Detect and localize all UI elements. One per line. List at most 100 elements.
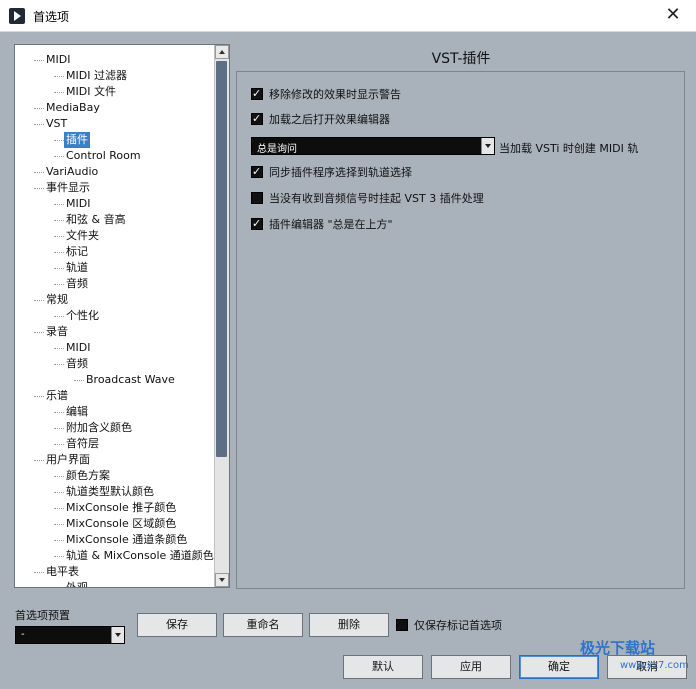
tree-item[interactable]: MIDI 文件 [15, 84, 215, 100]
tree-item-label: Broadcast Wave [86, 373, 175, 386]
tree-connector [54, 92, 64, 93]
tree-item[interactable]: MIDI [15, 340, 215, 356]
option-label: 当没有收到音频信号时挂起 VST 3 插件处理 [269, 192, 484, 205]
tree-item-label: 轨道 & MixConsole 通道颜色 [66, 549, 214, 562]
panel-title: VST-插件 [431, 51, 491, 67]
tree-item-label: VST [46, 117, 68, 130]
preset-label: 首选项预置 [15, 609, 70, 622]
tree-item-label: MIDI 文件 [66, 85, 116, 98]
tree-item[interactable]: VST [15, 116, 215, 132]
tree-item-label: MIDI 过滤器 [66, 69, 127, 82]
tree-item[interactable]: 电平表 [15, 564, 215, 580]
tree-item[interactable]: 插件 [15, 132, 215, 148]
tree-connector [54, 268, 64, 269]
tree-item-label: MixConsole 通道条颜色 [66, 533, 188, 546]
preset-select[interactable]: - [15, 626, 125, 644]
scrollbar-thumb[interactable] [216, 61, 227, 457]
checkbox[interactable] [251, 111, 263, 127]
tree-item[interactable]: 标记 [15, 244, 215, 260]
tree-item[interactable]: MixConsole 区域颜色 [15, 516, 215, 532]
ok-button[interactable]: 确定 [519, 655, 599, 679]
scroll-down-icon[interactable] [215, 573, 229, 587]
checkbox[interactable] [251, 86, 263, 102]
tree-item-label: MixConsole 区域颜色 [66, 517, 177, 530]
tree-item[interactable]: 个性化 [15, 308, 215, 324]
tree-connector [54, 204, 64, 205]
tree-item[interactable]: 录音 [15, 324, 215, 340]
tree-connector [34, 188, 44, 189]
tree-connector [54, 364, 64, 365]
rename-preset-button[interactable]: 重命名 [223, 613, 303, 637]
chevron-down-icon[interactable] [481, 138, 494, 154]
marked-only-checkbox[interactable] [396, 619, 408, 631]
tree-item[interactable]: 轨道 & MixConsole 通道颜色 [15, 548, 215, 564]
tree-item[interactable]: 外观 [15, 580, 215, 587]
tree-item[interactable]: 音频 [15, 356, 215, 372]
tree-item[interactable]: 音符层 [15, 436, 215, 452]
tree-item[interactable]: Control Room [15, 148, 215, 164]
tree-item[interactable]: 编辑 [15, 404, 215, 420]
defaults-button[interactable]: 默认 [343, 655, 423, 679]
tree-connector [34, 396, 44, 397]
tree-item-label: 电平表 [46, 565, 79, 578]
tree-item[interactable]: 事件显示 [15, 180, 215, 196]
save-preset-button[interactable]: 保存 [137, 613, 217, 637]
scroll-up-icon[interactable] [215, 45, 229, 59]
checkbox[interactable] [251, 192, 263, 204]
option-label: 移除修改的效果时显示警告 [269, 88, 401, 101]
tree-connector [34, 172, 44, 173]
tree-scrollbar[interactable] [214, 45, 229, 587]
tree-item[interactable]: MediaBay [15, 100, 215, 116]
tree-item[interactable]: 用户界面 [15, 452, 215, 468]
tree-item-label: 文件夹 [66, 229, 99, 242]
tree-item[interactable]: 颜色方案 [15, 468, 215, 484]
tree-connector [54, 156, 64, 157]
watermark-text: 极光下载站 [580, 639, 656, 657]
tree-connector [54, 524, 64, 525]
tree-item-label: 附加含义颜色 [66, 421, 132, 434]
tree-item-label: 编辑 [66, 405, 88, 418]
close-icon[interactable]: ✕ [662, 4, 684, 26]
option-label: 同步插件程序选择到轨道选择 [269, 166, 412, 179]
tree-item[interactable]: MixConsole 通道条颜色 [15, 532, 215, 548]
tree-item[interactable]: 常规 [15, 292, 215, 308]
tree-item[interactable]: MIDI 过滤器 [15, 68, 215, 84]
delete-preset-button[interactable]: 删除 [309, 613, 389, 637]
tree-list: MIDI MIDI 过滤器 MIDI 文件 MediaBay VST 插件 Control … [15, 52, 215, 587]
tree-item[interactable]: 文件夹 [15, 228, 215, 244]
tree-connector [34, 60, 44, 61]
tree-item-label: 音频 [66, 357, 88, 370]
checkbox[interactable] [251, 216, 263, 232]
tree-item-label: 和弦 & 音高 [66, 213, 126, 226]
tree-item[interactable]: 轨道 [15, 260, 215, 276]
tree-item[interactable]: 和弦 & 音高 [15, 212, 215, 228]
tree-item[interactable]: 乐谱 [15, 388, 215, 404]
tree-connector [54, 284, 64, 285]
tree-connector [54, 316, 64, 317]
tree-item[interactable]: MIDI [15, 196, 215, 212]
tree-connector [54, 252, 64, 253]
checkbox[interactable] [251, 164, 263, 180]
tree-connector [54, 556, 64, 557]
vsti-midi-track-select[interactable]: 总是询问 [251, 137, 495, 155]
tree-item[interactable]: 轨道类型默认颜色 [15, 484, 215, 500]
option-label: 插件编辑器 "总是在上方" [269, 218, 393, 231]
tree-connector [54, 236, 64, 237]
tree-item[interactable]: MIDI [15, 52, 215, 68]
tree-item[interactable]: Broadcast Wave [15, 372, 215, 388]
tree-connector [54, 348, 64, 349]
tree-item-label: 轨道 [66, 261, 88, 274]
tree-connector [34, 332, 44, 333]
tree-item[interactable]: 音频 [15, 276, 215, 292]
tree-item[interactable]: VariAudio [15, 164, 215, 180]
tree-connector [34, 108, 44, 109]
tree-connector [34, 300, 44, 301]
tree-item[interactable]: 附加含义颜色 [15, 420, 215, 436]
chevron-down-icon[interactable] [111, 627, 124, 643]
tree-item-label: MIDI [66, 197, 91, 210]
preferences-tree: MIDI MIDI 过滤器 MIDI 文件 MediaBay VST 插件 Control … [14, 44, 230, 588]
vsti-midi-track-label: 当加载 VSTi 时创建 MIDI 轨 [499, 142, 639, 155]
tree-connector [54, 76, 64, 77]
tree-item[interactable]: MixConsole 推子颜色 [15, 500, 215, 516]
apply-button[interactable]: 应用 [431, 655, 511, 679]
